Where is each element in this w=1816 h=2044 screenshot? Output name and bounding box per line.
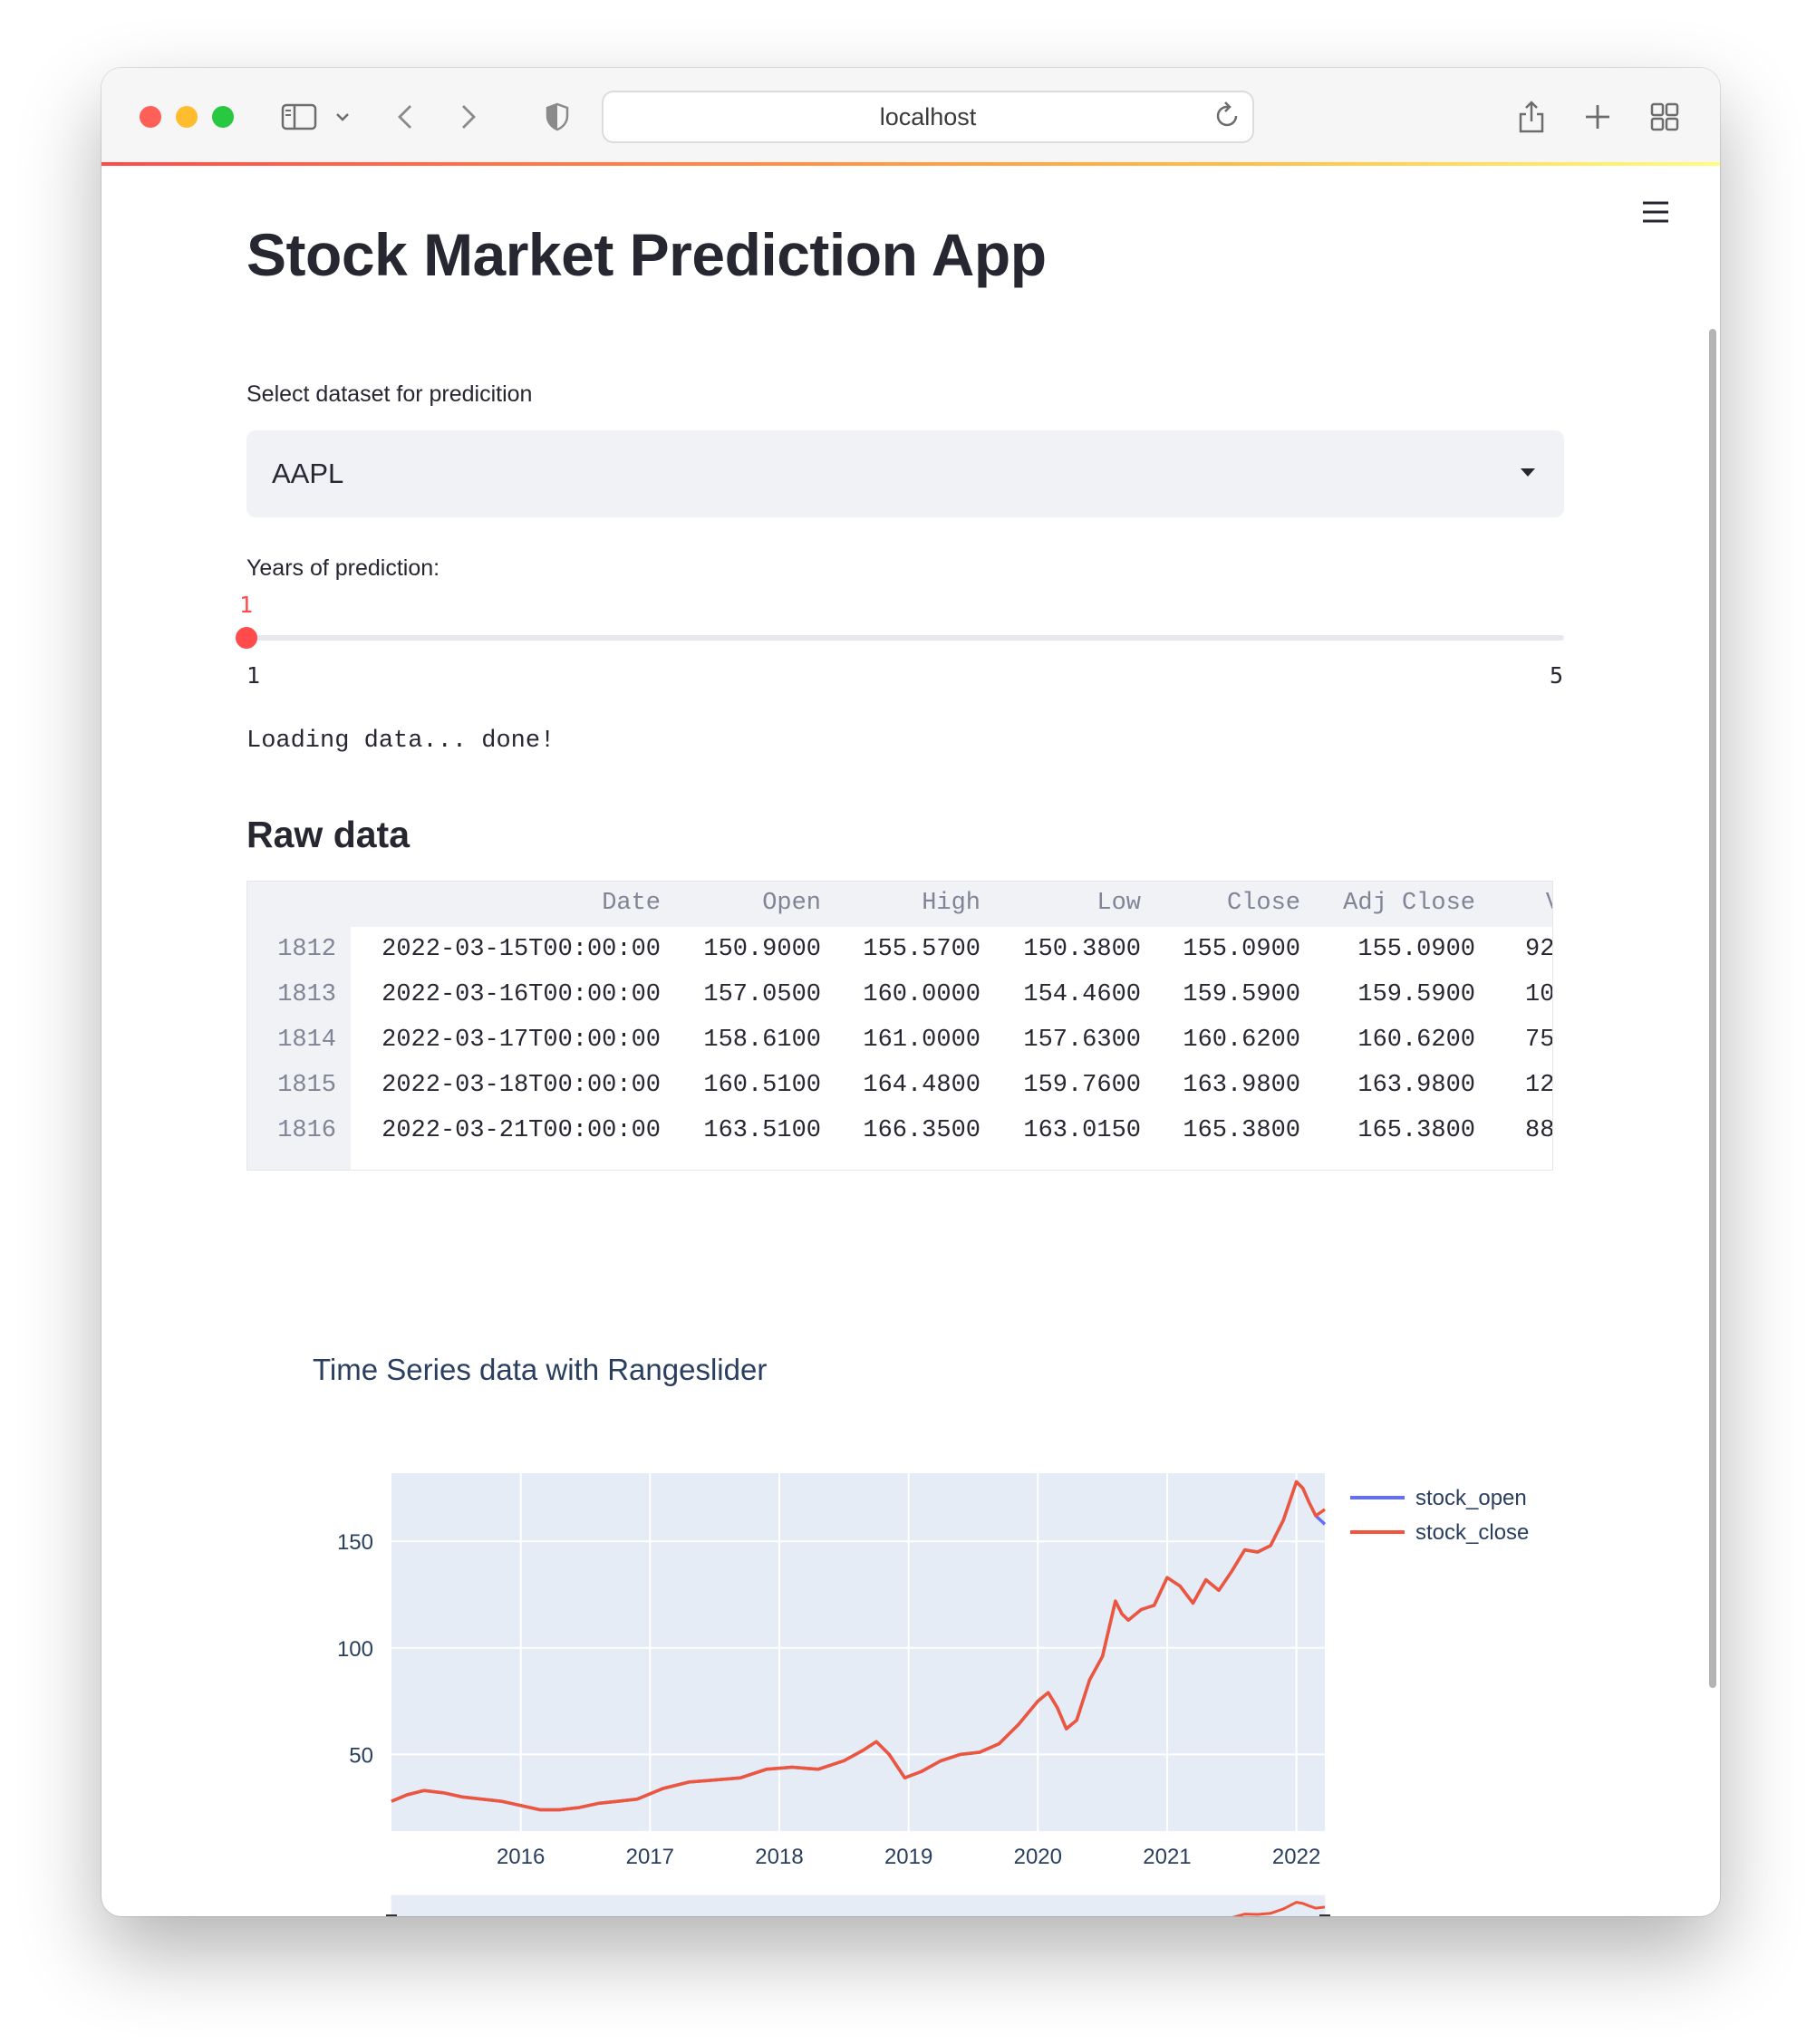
table-cell: 154.4600: [1023, 981, 1141, 1008]
table-cell: 75: [1525, 1027, 1553, 1054]
table-cell: 163.9800: [1183, 1072, 1300, 1099]
table-cell: 161.0000: [863, 1027, 980, 1054]
table-cell: 2022-03-18T00:00:00: [382, 1072, 661, 1099]
share-icon[interactable]: [1515, 95, 1548, 139]
raw-data-heading: Raw data: [246, 814, 410, 855]
address-bar[interactable]: localhost: [602, 91, 1254, 143]
row-index: 1815: [277, 1072, 336, 1099]
table-cell: 164.4800: [863, 1072, 980, 1099]
reload-icon[interactable]: [1214, 100, 1241, 137]
table-cell: 160.5100: [703, 1072, 821, 1099]
table-cell: 160.6200: [1357, 1027, 1475, 1054]
table-cell: 155.5700: [863, 936, 980, 963]
column-header: High: [922, 890, 980, 917]
row-index: 1812: [277, 936, 336, 963]
main-menu-icon[interactable]: [1642, 200, 1669, 228]
url-text: localhost: [879, 102, 977, 130]
table-cell: 92: [1525, 936, 1553, 963]
table-cell: 157.6300: [1023, 1027, 1141, 1054]
table-cell: 163.5100: [703, 1117, 821, 1144]
slider-current-value: 1: [239, 592, 254, 618]
table-cell: 160.0000: [863, 981, 980, 1008]
table-cell: 158.6100: [703, 1027, 821, 1054]
page-title: Stock Market Prediction App: [246, 221, 1047, 288]
table-cell: 150.9000: [703, 936, 821, 963]
column-header: Adj Close: [1343, 890, 1475, 917]
raw-data-table[interactable]: Date Open High Low Close Adj Close Volume 1812 2…: [246, 881, 1553, 1171]
table-cell: 150.3800: [1023, 936, 1141, 963]
table-cell: 155.0900: [1183, 936, 1300, 963]
table-cell: 2022-03-15T00:00:00: [382, 936, 661, 963]
sidebar-toggle-icon[interactable]: [279, 95, 319, 139]
range-handle-left[interactable]: [386, 1914, 397, 1916]
table-cell: 2022-03-17T00:00:00: [382, 1027, 661, 1054]
slider-max-label: 5: [1550, 662, 1564, 689]
table-cell: 155.0900: [1357, 936, 1475, 963]
table-cell: 159.5900: [1357, 981, 1475, 1008]
x-tick-label: 2019: [884, 1845, 932, 1869]
table-cell: 163.9800: [1357, 1072, 1475, 1099]
column-header: Open: [762, 890, 821, 917]
time-series-chart[interactable]: Time Series data with Rangeslider 50 100 15…: [101, 1235, 1720, 1916]
table-cell: 166.3500: [863, 1117, 980, 1144]
row-index: 1814: [277, 1027, 336, 1054]
table-cell: 163.0150: [1023, 1117, 1141, 1144]
app-content: Stock Market Prediction App Select datas…: [101, 166, 1720, 1916]
y-tick-label: 100: [337, 1637, 373, 1662]
x-tick-label: 2022: [1272, 1845, 1320, 1869]
tab-overview-icon[interactable]: [1649, 95, 1680, 139]
legend-label: stock_open: [1415, 1486, 1527, 1510]
table-cell: 157.0500: [703, 981, 821, 1008]
x-tick-label: 2017: [626, 1845, 674, 1869]
x-tick-label: 2016: [497, 1845, 545, 1869]
x-tick-label: 2020: [1014, 1845, 1062, 1869]
column-header: Low: [1096, 890, 1141, 917]
y-tick-label: 150: [337, 1530, 373, 1555]
table-cell: 2022-03-21T00:00:00: [382, 1117, 661, 1144]
zoom-window-button[interactable]: [212, 106, 234, 128]
dataset-select-value: AAPL: [272, 458, 344, 489]
range-handle-right[interactable]: [1319, 1914, 1330, 1916]
shield-icon[interactable]: [544, 95, 571, 139]
dataset-select-label: Select dataset for predicition: [246, 381, 533, 407]
table-cell: 123: [1525, 1072, 1553, 1099]
forward-icon[interactable]: [455, 95, 482, 139]
table-cell: 165.3800: [1357, 1117, 1475, 1144]
dataset-select[interactable]: AAPL: [246, 430, 1564, 517]
table-cell: 2022-03-16T00:00:00: [382, 981, 661, 1008]
chevron-down-icon[interactable]: [333, 95, 352, 139]
back-icon[interactable]: [391, 95, 419, 139]
y-tick-label: 50: [349, 1743, 373, 1768]
x-tick-label: 2018: [755, 1845, 803, 1869]
close-window-button[interactable]: [140, 106, 161, 128]
years-slider-thumb[interactable]: [236, 627, 257, 649]
table-cell: 160.6200: [1183, 1027, 1300, 1054]
column-header: Volume: [1546, 890, 1552, 917]
legend-label: stock_close: [1415, 1520, 1529, 1545]
row-index: 1813: [277, 981, 336, 1008]
chart-title: Time Series data with Rangeslider: [313, 1353, 767, 1386]
range-slider-area: [391, 1895, 1326, 1916]
minimize-window-button[interactable]: [176, 106, 198, 128]
loading-status-text: Loading data... done!: [246, 728, 555, 755]
table-cell: 159.7600: [1023, 1072, 1141, 1099]
new-tab-icon[interactable]: [1582, 95, 1613, 139]
column-header: Date: [602, 890, 661, 917]
plot-area: [391, 1473, 1325, 1831]
column-header: Close: [1226, 890, 1300, 917]
years-slider-track[interactable]: [246, 635, 1564, 641]
browser-window: localhost Stock Market Prediction App Se…: [101, 68, 1720, 1916]
table-cell: 88: [1525, 1117, 1553, 1144]
years-slider-label: Years of prediction:: [246, 555, 440, 581]
table-cell: 159.5900: [1183, 981, 1300, 1008]
table-cell: 165.3800: [1183, 1117, 1300, 1144]
x-tick-label: 2021: [1143, 1845, 1191, 1869]
browser-toolbar: localhost: [101, 68, 1720, 163]
slider-min-label: 1: [246, 662, 261, 689]
caret-down-icon: [1521, 468, 1535, 477]
table-cell: 102: [1525, 981, 1553, 1008]
row-index: 1816: [277, 1117, 336, 1144]
